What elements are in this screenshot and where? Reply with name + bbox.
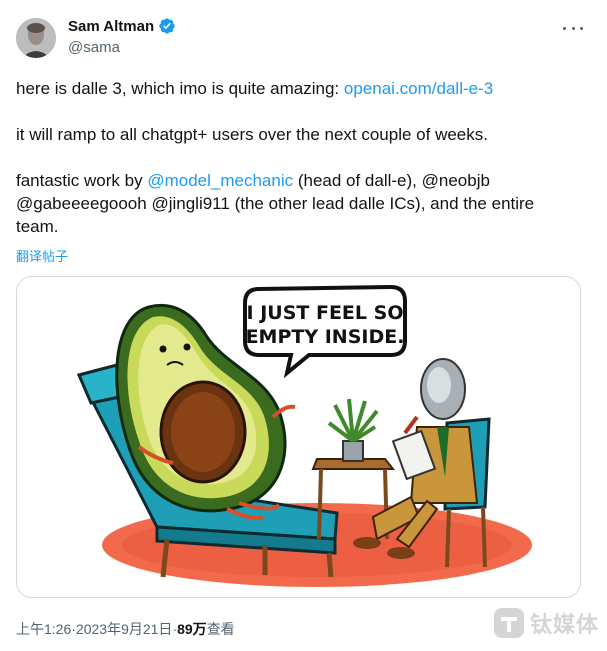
dalle-illustration: I JUST FEEL SO EMPTY INSIDE.	[17, 277, 580, 597]
watermark: 钛媒体	[492, 606, 599, 640]
mention-plain: @gabeeeegoooh	[16, 194, 147, 213]
mention-plain: @neobjb	[421, 171, 490, 190]
more-options-icon[interactable]	[563, 20, 583, 36]
watermark-logo-icon	[493, 608, 524, 638]
tweet-paragraph-1: here is dalle 3, which imo is quite amaz…	[16, 77, 581, 100]
mention-plain: @jingli911	[151, 194, 230, 213]
tweet-text-span: here is dalle 3, which imo is quite amaz…	[16, 79, 344, 98]
more-dot	[571, 26, 575, 30]
tweet-link[interactable]: openai.com/dall-e-3	[344, 79, 493, 98]
tweet-card: Sam Altman @sama here is dalle 3, which …	[0, 0, 607, 651]
more-dot	[580, 26, 583, 30]
mention-link[interactable]: @model_mechanic	[147, 171, 293, 190]
avatar-photo	[16, 18, 56, 58]
translate-post-link[interactable]: 翻译帖子	[16, 246, 68, 265]
tweet-text: here is dalle 3, which imo is quite amaz…	[16, 77, 581, 238]
author-handle[interactable]: @sama	[68, 39, 120, 56]
tweet-text-span: fantastic work by	[16, 171, 148, 190]
views-count: 89万	[177, 621, 207, 637]
speech-bubble-line-1: I JUST FEEL SO	[247, 302, 404, 324]
tweet-metadata: 上午1:26 · 2023年9月21日 · 89万 查看	[16, 619, 235, 639]
avatar[interactable]	[16, 18, 56, 58]
verified-badge-icon	[158, 17, 176, 35]
tweet-paragraph-3: fantastic work by @model_mechanic (head …	[16, 169, 581, 238]
tweet-paragraph-2: it will ramp to all chatgpt+ users over …	[16, 125, 488, 144]
views-label: 查看	[206, 621, 235, 637]
more-dot	[563, 26, 566, 30]
tweet-time[interactable]: 上午1:26	[16, 619, 71, 639]
author-name-row: Sam Altman	[68, 17, 176, 35]
tweet-date[interactable]: 2023年9月21日	[76, 619, 173, 639]
tweet-text-span: (head of dall-e),	[293, 171, 422, 190]
speech-bubble-line-2: EMPTY INSIDE.	[246, 326, 405, 348]
author-display-name[interactable]: Sam Altman	[68, 18, 154, 35]
tweet-media-image[interactable]: I JUST FEEL SO EMPTY INSIDE.	[16, 276, 581, 598]
watermark-text: 钛媒体	[529, 612, 599, 637]
